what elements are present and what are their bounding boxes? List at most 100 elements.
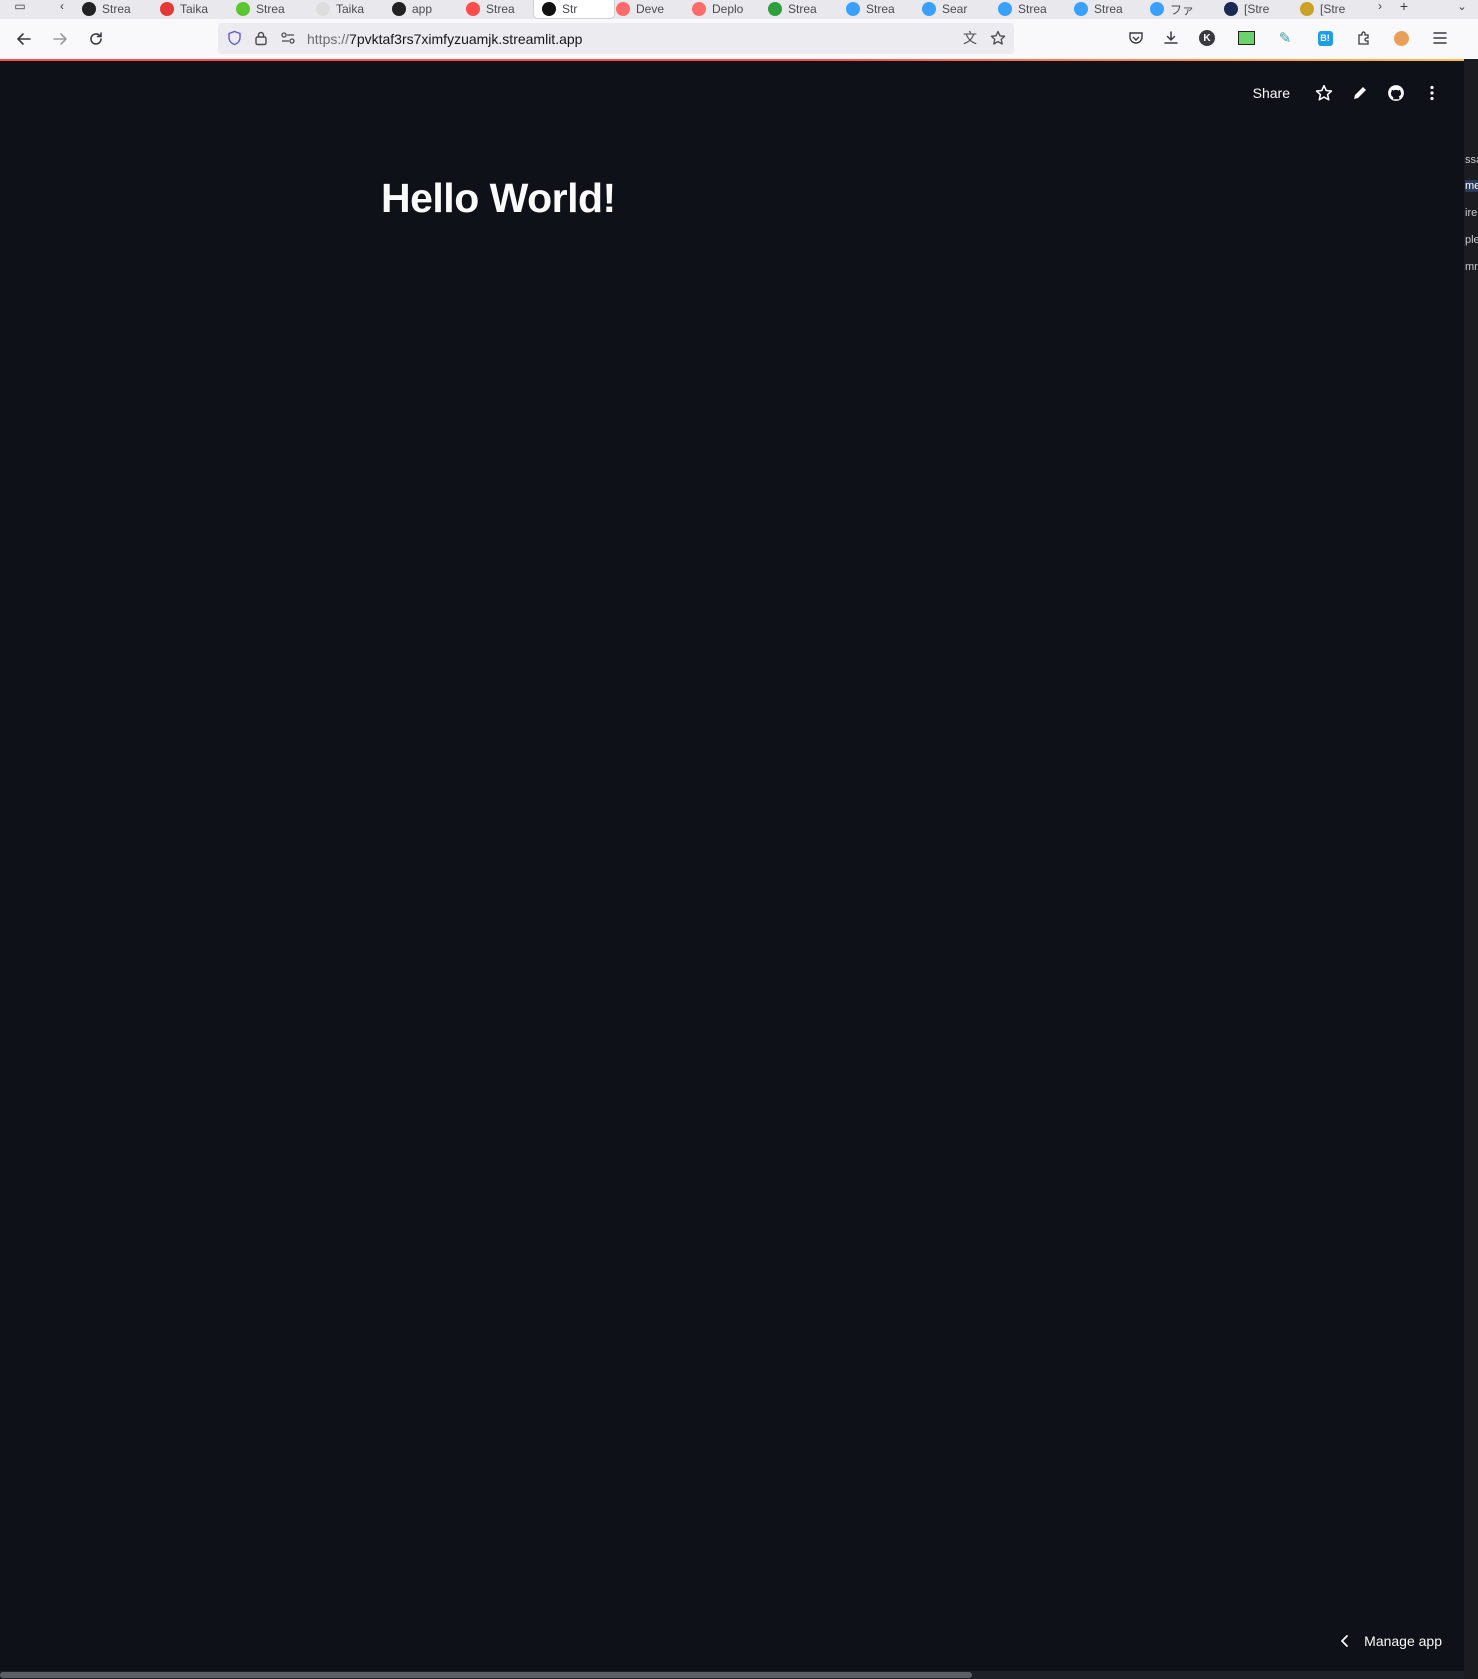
- tab-favicon-icon: [998, 2, 1012, 16]
- download-icon[interactable]: [1160, 27, 1182, 49]
- tab-label: [Stre: [1244, 2, 1270, 16]
- list-all-tabs-icon[interactable]: ⌄: [1452, 0, 1472, 18]
- main-menu-kebab-icon[interactable]: [1414, 79, 1450, 107]
- edit-pencil-icon[interactable]: [1342, 79, 1378, 107]
- tab-label: [Stre: [1320, 2, 1346, 16]
- app-header: Share: [1243, 79, 1450, 107]
- browser-tab[interactable]: Strea: [1074, 0, 1138, 18]
- tab-scroll-left-icon[interactable]: ‹: [52, 0, 72, 18]
- tab-label: Strea: [486, 2, 515, 16]
- tab-favicon-icon: [1150, 2, 1164, 16]
- translate-icon[interactable]: 文: [960, 28, 980, 48]
- extension-b-icon[interactable]: B!: [1314, 27, 1336, 49]
- arrow-left-icon: [17, 33, 31, 45]
- tab-label: Strea: [1018, 2, 1047, 16]
- browser-tab[interactable]: app: [392, 0, 456, 18]
- back-button[interactable]: [11, 26, 37, 52]
- tab-label: Strea: [256, 2, 285, 16]
- tab-label: Deve: [636, 2, 665, 16]
- arrow-right-icon: [53, 33, 67, 45]
- reload-icon: [90, 32, 102, 45]
- side-strip-text: ple: [1465, 234, 1478, 246]
- share-button[interactable]: Share: [1243, 81, 1300, 105]
- side-strip-text: mr: [1465, 261, 1478, 273]
- reload-button[interactable]: [83, 26, 109, 52]
- manage-app-label: Manage app: [1364, 1633, 1442, 1649]
- browser-tab[interactable]: Deplo: [692, 0, 758, 18]
- browser-tab[interactable]: Strea: [82, 0, 150, 18]
- lock-icon[interactable]: [251, 28, 271, 48]
- tab-favicon-icon: [236, 2, 250, 16]
- browser-tab[interactable]: Strea: [998, 0, 1064, 18]
- browser-tab[interactable]: Taika: [316, 0, 384, 18]
- tab-favicon-icon: [466, 2, 480, 16]
- extension-pen-icon[interactable]: ✎: [1274, 27, 1296, 49]
- browser-tab[interactable]: [Stre: [1224, 0, 1288, 18]
- browser-tab[interactable]: Sear: [922, 0, 986, 18]
- adjacent-window-strip: ssa me ire ple mr: [1464, 59, 1478, 1679]
- browser-tab[interactable]: Strea: [236, 0, 304, 18]
- extension-green-icon[interactable]: [1235, 27, 1257, 49]
- browser-tab[interactable]: [Stre: [1300, 0, 1358, 18]
- browser-tab[interactable]: Strea: [846, 0, 912, 18]
- browser-tab[interactable]: Strea: [466, 0, 530, 18]
- tab-label: app: [412, 2, 433, 16]
- browser-tab[interactable]: Strea: [768, 0, 836, 18]
- browser-navbar: https://7pvktaf3rs7ximfyzuamjk.streamlit…: [0, 19, 1478, 60]
- url-bar[interactable]: https://7pvktaf3rs7ximfyzuamjk.streamlit…: [218, 23, 1014, 54]
- side-strip-text: me: [1465, 180, 1478, 192]
- bookmark-star-icon[interactable]: [988, 28, 1008, 48]
- streamlit-app: Share Hello World! Manage app: [1, 61, 1464, 1671]
- favorite-star-icon[interactable]: [1306, 79, 1342, 107]
- scrollbar-thumb[interactable]: [0, 1672, 972, 1678]
- tab-favicon-icon: [846, 2, 860, 16]
- shield-icon[interactable]: [224, 28, 244, 48]
- tab-favicon-icon: [542, 2, 556, 16]
- tab-favicon-icon: [1300, 2, 1314, 16]
- tab-favicon-icon: [160, 2, 174, 16]
- tab-label: Taika: [180, 2, 209, 16]
- pocket-icon[interactable]: [1125, 27, 1147, 49]
- tab-label: Strea: [866, 2, 895, 16]
- tab-favicon-icon: [616, 2, 630, 16]
- chevron-left-icon: [1341, 1635, 1349, 1647]
- browser-tab[interactable]: Deve: [616, 0, 682, 18]
- github-icon[interactable]: [1378, 79, 1414, 107]
- tab-label: Strea: [788, 2, 817, 16]
- tab-favicon-icon: [1224, 2, 1238, 16]
- tab-label: Strea: [102, 2, 131, 16]
- side-strip-text: ire: [1465, 207, 1478, 219]
- tab-list-icon[interactable]: ▭: [8, 0, 32, 18]
- hamburger-menu-icon[interactable]: [1429, 27, 1451, 49]
- browser-tab-strip: ▭ ‹ Strea Taika Strea Taika app Strea Str Deve D…: [0, 0, 1478, 19]
- new-tab-button[interactable]: +: [1394, 0, 1414, 18]
- browser-tab[interactable]: ファ: [1150, 0, 1212, 18]
- tab-label: Taika: [336, 2, 365, 16]
- url-protocol: https://: [307, 31, 350, 47]
- permissions-icon[interactable]: [278, 28, 298, 48]
- tab-favicon-icon: [392, 2, 406, 16]
- url-text[interactable]: https://7pvktaf3rs7ximfyzuamjk.streamlit…: [307, 31, 582, 47]
- tab-label: Str: [562, 2, 578, 16]
- extensions-puzzle-icon[interactable]: [1353, 27, 1375, 49]
- tab-favicon-icon: [82, 2, 96, 16]
- tab-favicon-icon: [1074, 2, 1088, 16]
- horizontal-scrollbar[interactable]: [0, 1671, 1464, 1679]
- page-title: Hello World!: [381, 175, 616, 221]
- forward-button[interactable]: [47, 26, 73, 52]
- tab-favicon-icon: [692, 2, 706, 16]
- tab-favicon-icon: [768, 2, 782, 16]
- tab-label: Deplo: [712, 2, 744, 16]
- extension-k-icon[interactable]: K: [1196, 27, 1218, 49]
- manage-app-button[interactable]: Manage app: [1340, 1633, 1442, 1649]
- account-avatar-icon[interactable]: [1390, 27, 1412, 49]
- browser-tab[interactable]: Str: [534, 0, 614, 18]
- url-host: 7pvktaf3rs7ximfyzuamjk.streamlit.app: [349, 31, 583, 47]
- side-strip-text: ssa: [1465, 154, 1478, 166]
- browser-tab[interactable]: Taika: [160, 0, 226, 18]
- tab-label: ファ: [1170, 2, 1195, 17]
- tab-favicon-icon: [316, 2, 330, 16]
- tab-label: Strea: [1094, 2, 1123, 16]
- tab-scroll-right-icon[interactable]: ›: [1370, 0, 1390, 18]
- tab-favicon-icon: [922, 2, 936, 16]
